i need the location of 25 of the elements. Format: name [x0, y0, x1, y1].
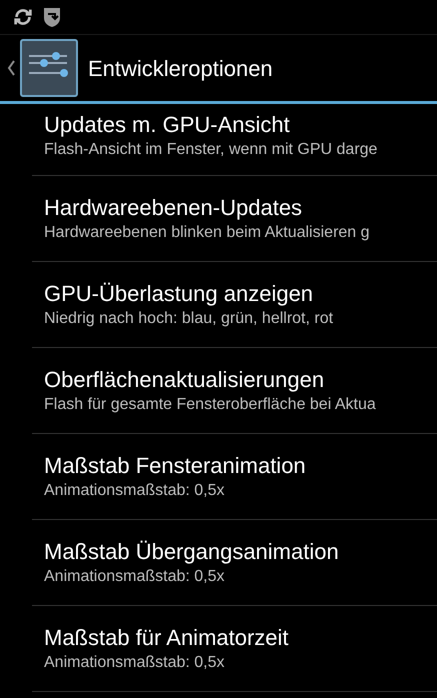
shield-icon	[42, 6, 62, 28]
sliders-icon[interactable]	[20, 39, 78, 97]
setting-title: Hardwareebenen-Updates	[44, 194, 304, 222]
setting-title: Updates m. GPU-Ansicht	[44, 110, 291, 138]
settings-item[interactable]: Maßstab Fensteranimation Animationsmaßstab: 0,5x	[32, 434, 437, 520]
sync-icon	[12, 6, 34, 28]
setting-summary: Flash-Ansicht im Fenster, wenn mit GPU darge	[44, 140, 378, 160]
setting-title: Maßstab Fensteranimation	[44, 452, 307, 480]
settings-item[interactable]: Hardwareebenen-Updates Hardwareebenen blinken beim Aktualisieren g	[32, 176, 437, 262]
setting-summary: Flash für gesamte Fensteroberfläche bei Aktua	[44, 394, 377, 414]
setting-summary: Niedrig nach hoch: blau, grün, hellrot, rot	[44, 308, 334, 328]
settings-item[interactable]: GPU-Überlastung anzeigen Niedrig nach hoch: blau, grün, hellrot, rot	[32, 262, 437, 348]
screen-title: Entwickleroptionen	[88, 54, 273, 83]
settings-item[interactable]: Maßstab Übergangsanimation Animationsmaßstab: 0,5x	[32, 520, 437, 606]
setting-summary: Animationsmaßstab: 0,5x	[44, 480, 226, 500]
settings-item[interactable]: Updates m. GPU-Ansicht Flash-Ansicht im Fenster, wenn mit GPU darge	[32, 104, 437, 176]
settings-item[interactable]: Oberflächenaktualisierungen Flash für gesamte Fensteroberfläche bei Aktua	[32, 348, 437, 434]
setting-summary: Hardwareebenen blinken beim Aktualisieren g	[44, 222, 371, 242]
setting-summary: Animationsmaßstab: 0,5x	[44, 652, 226, 672]
setting-title: Maßstab für Animatorzeit	[44, 624, 290, 652]
setting-title: Maßstab Übergangsanimation	[44, 538, 340, 566]
setting-title: Oberflächenaktualisierungen	[44, 366, 326, 394]
setting-summary: Animationsmaßstab: 0,5x	[44, 566, 226, 586]
setting-title: GPU-Überlastung anzeigen	[44, 280, 314, 308]
settings-item[interactable]: Maßstab für Animatorzeit Animationsmaßstab: 0,5x	[32, 606, 437, 692]
